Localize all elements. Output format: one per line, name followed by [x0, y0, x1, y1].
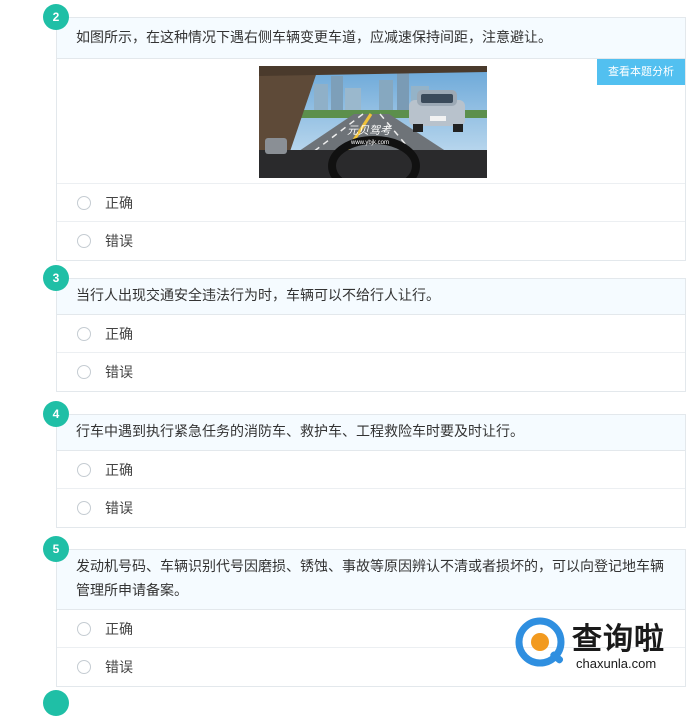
radio-button[interactable]: [77, 195, 91, 210]
site-watermark: 查询啦 chaxunla.com: [514, 612, 690, 676]
watermark-title: 查询啦: [572, 622, 665, 657]
radio-button[interactable]: [77, 501, 91, 515]
option-true[interactable]: 正确: [57, 184, 685, 222]
radio-button[interactable]: [77, 621, 91, 636]
option-label: 错误: [105, 365, 133, 381]
question-number-badge: 3: [43, 265, 69, 291]
option-true[interactable]: 正确: [57, 315, 685, 353]
question-number-badge: [43, 690, 69, 716]
question-text: 当行人出现交通安全违法行为时，车辆可以不给行人让行。: [57, 279, 685, 315]
question-image-row: 查看本题分析 元贝驾考 www.ybjk.com: [57, 59, 685, 184]
chaxunla-logo-icon: [515, 617, 565, 667]
option-false[interactable]: 错误: [57, 353, 685, 391]
option-false[interactable]: 错误: [57, 489, 685, 527]
image-watermark-url: www.ybjk.com: [350, 140, 389, 146]
option-label: 正确: [105, 326, 133, 343]
question-number-badge: 5: [43, 536, 69, 562]
question-number-badge: 4: [43, 401, 69, 427]
radio-button[interactable]: [77, 326, 91, 341]
option-label: 正确: [105, 462, 133, 479]
question-card: 如图所示，在这种情况下遇右侧车辆变更车道，应减速保持间距，注意避让。 查看本题分…: [56, 17, 686, 261]
view-analysis-button[interactable]: 查看本题分析: [597, 59, 685, 85]
option-label: 正确: [105, 195, 133, 212]
watermark-url: chaxunla.com: [576, 656, 657, 671]
option-true[interactable]: 正确: [57, 451, 685, 489]
question-image: 元贝驾考 www.ybjk.com: [259, 66, 487, 178]
option-label: 错误: [105, 234, 133, 250]
radio-button[interactable]: [77, 365, 91, 379]
question-text: 发动机号码、车辆识别代号因磨损、锈蚀、事故等原因辨认不清或者损坏的，可以向登记地…: [57, 550, 685, 610]
radio-button[interactable]: [77, 234, 91, 248]
radio-button[interactable]: [77, 462, 91, 477]
option-false[interactable]: 错误: [57, 222, 685, 260]
question-card: 当行人出现交通安全违法行为时，车辆可以不给行人让行。 正确 错误: [56, 278, 686, 392]
option-label: 正确: [105, 621, 133, 638]
image-watermark-text: 元贝驾考: [347, 124, 392, 137]
question-text: 如图所示，在这种情况下遇右侧车辆变更车道，应减速保持间距，注意避让。: [57, 18, 685, 59]
question-number-badge: 2: [43, 4, 69, 30]
question-text: 行车中遇到执行紧急任务的消防车、救护车、工程救险车时要及时让行。: [57, 415, 685, 451]
question-card: 行车中遇到执行紧急任务的消防车、救护车、工程救险车时要及时让行。 正确 错误: [56, 414, 686, 528]
radio-button[interactable]: [77, 660, 91, 674]
option-label: 错误: [105, 501, 133, 517]
option-label: 错误: [105, 660, 133, 676]
